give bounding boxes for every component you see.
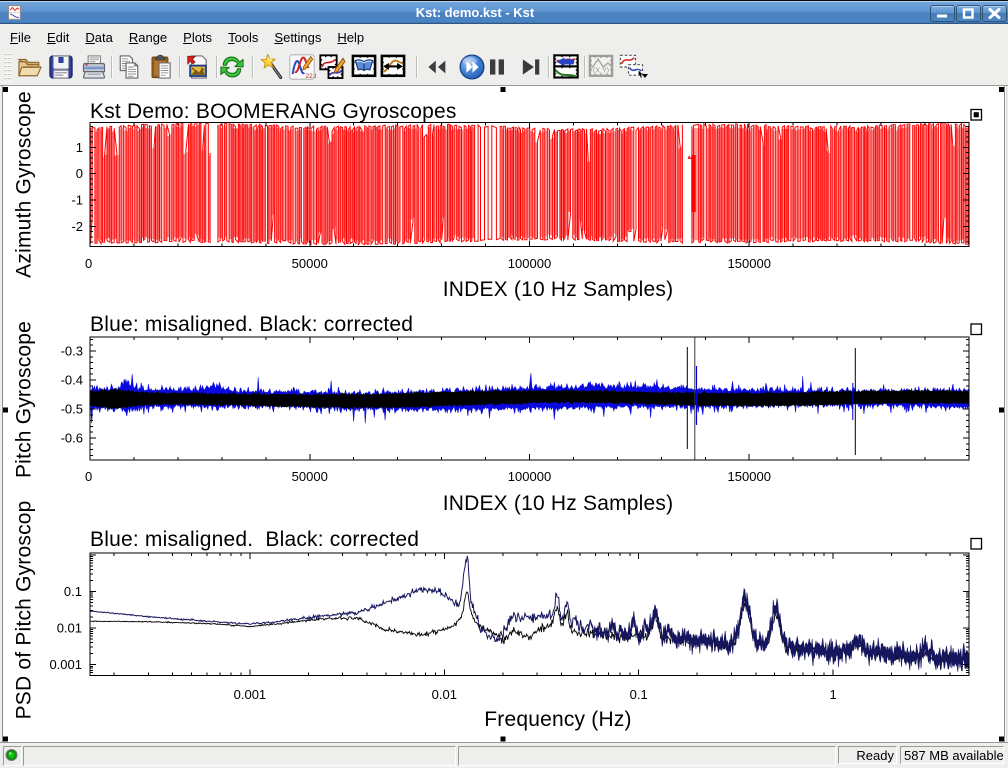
svg-text:INDEX (10 Hz Samples): INDEX (10 Hz Samples)	[443, 492, 674, 515]
svg-text:100000: 100000	[508, 469, 551, 484]
svg-text:0: 0	[85, 469, 92, 484]
svg-text:0.001: 0.001	[234, 687, 267, 702]
svg-text:Pitch Gyroscope: Pitch Gyroscope	[13, 321, 36, 478]
svg-text:22.8: 22.8	[306, 73, 317, 80]
svg-text:-0.3: -0.3	[61, 344, 83, 359]
svg-text:-2: -2	[71, 219, 83, 234]
svg-text:1: 1	[829, 687, 836, 702]
svg-text:INDEX (10 Hz Samples): INDEX (10 Hz Samples)	[443, 278, 674, 301]
svg-text:50000: 50000	[292, 469, 328, 484]
svg-text:-0.6: -0.6	[61, 431, 83, 446]
svg-text:0.001: 0.001	[49, 657, 82, 672]
svg-text:-0.5: -0.5	[61, 402, 83, 417]
svg-text:Kst Demo: BOOMERANG Gyroscopes: Kst Demo: BOOMERANG Gyroscopes	[90, 100, 457, 123]
svg-text:-1: -1	[71, 193, 83, 208]
svg-text:100000: 100000	[508, 256, 551, 271]
svg-text:-0.4: -0.4	[61, 373, 83, 388]
svg-text:50000: 50000	[292, 256, 328, 271]
svg-text:0.1: 0.1	[630, 687, 648, 702]
svg-text:Blue: misaligned. Black: corr: Blue: misaligned. Black: corrected	[90, 528, 419, 551]
svg-text:0.1: 0.1	[64, 584, 82, 599]
svg-text:(X,Y): (X,Y)	[593, 67, 609, 74]
svg-text:Blue: misaligned. Black: corre: Blue: misaligned. Black: corrected	[90, 313, 413, 336]
svg-text:Frequency (Hz): Frequency (Hz)	[484, 708, 632, 731]
svg-text:150000: 150000	[728, 256, 771, 271]
svg-text:0: 0	[85, 256, 92, 271]
svg-text:0.01: 0.01	[432, 687, 457, 702]
svg-text:0: 0	[76, 166, 83, 181]
svg-text:Azimuth Gyroscope: Azimuth Gyroscope	[13, 91, 36, 278]
svg-text:0.01: 0.01	[57, 621, 82, 636]
svg-text:1: 1	[76, 140, 83, 155]
svg-text:150000: 150000	[728, 469, 771, 484]
svg-text:PSD of Pitch Gyroscope: PSD of Pitch Gyroscope	[13, 489, 36, 720]
